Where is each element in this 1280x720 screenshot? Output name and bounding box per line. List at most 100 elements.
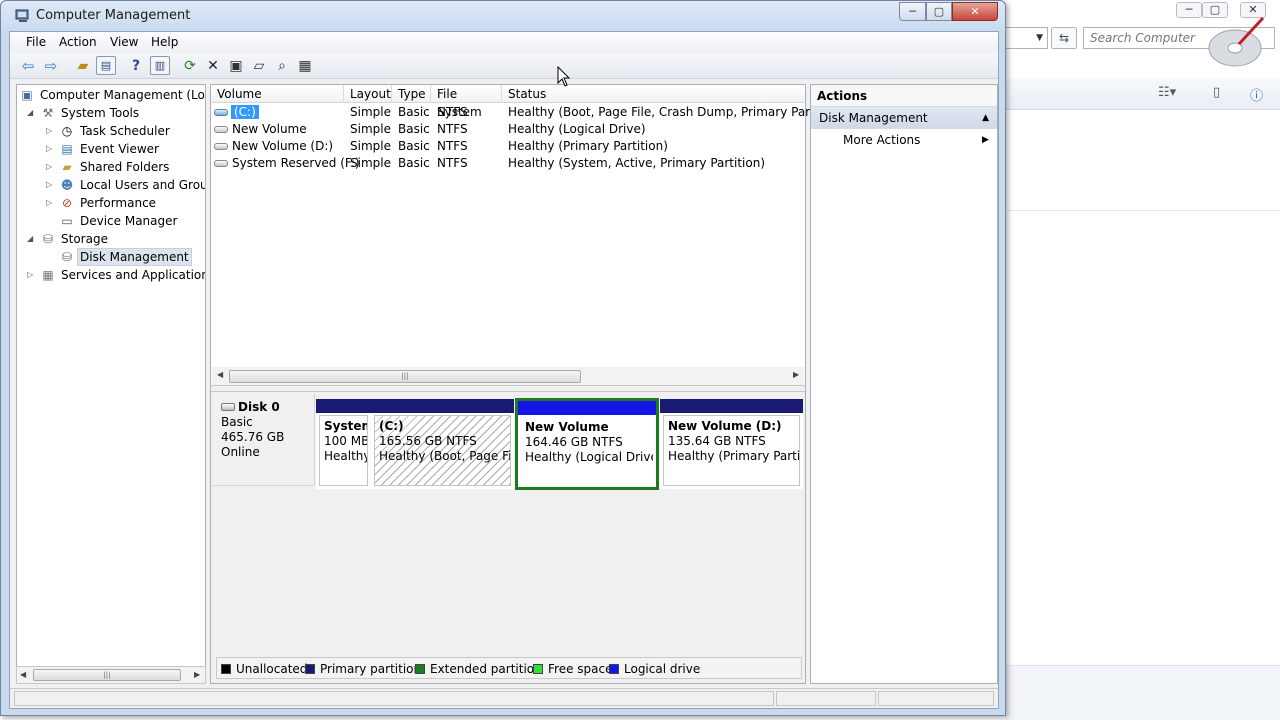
menu-view[interactable]: View	[110, 35, 138, 49]
legend-label: Free space	[548, 662, 613, 676]
volume-name: (C:)	[231, 105, 259, 119]
tree-item-label: Event Viewer	[80, 142, 159, 156]
help-circle-icon[interactable]: ⓘ	[1250, 85, 1263, 104]
table-row[interactable]: (C:) Simple Basic NTFS Healthy (Boot, Pa…	[211, 104, 846, 121]
refresh-arrows-icon[interactable]: ⇆	[1051, 27, 1077, 49]
legend-extended-partition: Extended partition	[415, 662, 542, 676]
partition-d[interactable]: New Volume (D:) 135.64 GB NTFS Healthy (…	[660, 399, 803, 489]
volume-type: Basic	[398, 105, 430, 119]
volume-name: New Volume (D:)	[232, 139, 334, 153]
expand-arrow-icon[interactable]: ▷	[27, 266, 37, 284]
disk-type: Basic	[221, 415, 253, 429]
device-manager-icon: ▭	[61, 214, 73, 228]
partition-name: New Volume (D:)	[668, 419, 782, 433]
column-header-layout[interactable]: Layout	[344, 85, 392, 103]
expand-arrow-icon[interactable]: ▷	[46, 158, 56, 176]
scroll-left-icon[interactable]: ◀	[217, 370, 223, 379]
column-header-file-system[interactable]: File System	[431, 85, 502, 119]
forward-icon[interactable]: ⇨	[41, 56, 61, 76]
properties-icon[interactable]: ▣	[226, 56, 246, 76]
submenu-arrow-icon[interactable]: ▶	[982, 135, 989, 145]
help-icon[interactable]: ?	[126, 56, 146, 76]
disc-icon	[1208, 16, 1265, 67]
services-icon: ▦	[42, 268, 54, 282]
preview-pane-icon[interactable]: ▯	[1213, 85, 1220, 100]
show-hide-tree-icon[interactable]: ▤	[96, 56, 116, 75]
partition-color-band	[518, 401, 656, 415]
partition-new-volume[interactable]: New Volume 164.46 GB NTFS Healthy (Logic…	[515, 398, 659, 490]
volume-file-system: NTFS	[437, 105, 468, 119]
search-icon[interactable]: ⌕	[272, 56, 292, 76]
actions-group-disk-management[interactable]: Disk Management ▲	[811, 107, 997, 129]
console-tree: ▣ Computer Management (Local ◢ ⚒ System …	[16, 84, 206, 684]
legend-label: Logical drive	[624, 662, 701, 676]
pane-splitter[interactable]	[211, 385, 805, 392]
title-bar[interactable]: Computer Management ─ ▢ ✕	[1, 1, 1005, 31]
open-icon[interactable]: ▱	[249, 56, 269, 76]
table-row[interactable]: System Reserved (F:) Simple Basic NTFS H…	[211, 155, 805, 172]
maximize-button[interactable]: ▢	[926, 2, 952, 21]
menu-file[interactable]: File	[26, 35, 46, 49]
partition-system[interactable]: System 100 MB Healthy	[316, 399, 371, 489]
back-icon[interactable]: ⇦	[18, 56, 38, 76]
bg-minimize-button[interactable]: ─	[1176, 2, 1202, 18]
rescan-icon[interactable]: ▦	[295, 56, 315, 76]
scroll-thumb[interactable]: |||	[229, 370, 581, 383]
volume-list-header: Volume Layout Type File System Status	[211, 85, 805, 119]
volume-name: System Reserved (F:)	[232, 156, 360, 170]
disk-management-pane: Volume Layout Type File System Status (C…	[210, 84, 846, 684]
volume-file-system: NTFS	[437, 156, 468, 170]
scroll-thumb[interactable]: |||	[33, 669, 181, 681]
expand-arrow-icon[interactable]: ▷	[46, 122, 56, 140]
delete-icon[interactable]: ✕	[203, 56, 223, 76]
expand-arrow-icon[interactable]: ▷	[46, 140, 56, 158]
column-header-type[interactable]: Type	[392, 85, 431, 103]
volume-list-horizontal-scrollbar[interactable]: ◀ ||| ▶	[212, 367, 804, 385]
minimize-button[interactable]: ─	[899, 2, 926, 21]
volume-layout: Simple	[350, 122, 391, 136]
expand-arrow-icon[interactable]: ▷	[46, 176, 56, 194]
partition-name: System	[324, 419, 367, 433]
partition-status: Healthy	[324, 449, 368, 463]
up-folder-icon[interactable]: ▰	[73, 56, 93, 76]
tree-horizontal-scrollbar[interactable]: ◀ ||| ▶	[16, 666, 206, 684]
column-header-volume[interactable]: Volume	[211, 85, 344, 103]
collapse-up-icon[interactable]: ▲	[982, 107, 989, 129]
expand-arrow-icon[interactable]: ▷	[46, 194, 56, 212]
table-row[interactable]: New Volume Simple Basic NTFS Healthy (Lo…	[211, 121, 805, 138]
scroll-right-icon[interactable]: ▶	[194, 670, 200, 679]
close-button[interactable]: ✕	[952, 2, 998, 21]
scroll-left-icon[interactable]: ◀	[20, 670, 26, 679]
partition-size: 164.46 GB NTFS	[525, 435, 623, 449]
actions-pane: Actions Disk Management ▲ More Actions ▶	[810, 84, 998, 684]
column-header-status[interactable]: Status	[502, 85, 805, 103]
more-actions-item[interactable]: More Actions	[843, 133, 920, 147]
window-title: Computer Management	[36, 8, 191, 23]
status-bar	[10, 688, 998, 708]
legend-label: Unallocated	[236, 662, 308, 676]
scroll-right-icon[interactable]: ▶	[793, 370, 799, 379]
table-row[interactable]: New Volume (D:) Simple Basic NTFS Health…	[211, 138, 805, 155]
volume-status: Healthy (Boot, Page File, Crash Dump, Pr…	[508, 105, 846, 119]
window-client-area: File Action View Help ⇦ ⇨ ▰ ▤ ? ▥ ⟳ ✕ ▣ …	[9, 31, 999, 709]
disk-info-box[interactable]: Disk 0 Basic 465.76 GB Online	[212, 394, 315, 486]
partition-body: (C:) 165.56 GB NTFS Healthy (Boot, Page …	[374, 415, 511, 486]
legend-swatch	[305, 664, 315, 674]
collapse-arrow-icon[interactable]: ◢	[27, 104, 37, 122]
show-hide-action-icon[interactable]: ▥	[150, 56, 170, 75]
view-options-icon[interactable]: ☷▾	[1158, 85, 1176, 100]
partition-c[interactable]: (C:) 165.56 GB NTFS Healthy (Boot, Page …	[371, 399, 514, 489]
menu-bar: File Action View Help	[10, 32, 998, 53]
menu-help[interactable]: Help	[151, 35, 178, 49]
volume-layout: Simple	[350, 139, 391, 153]
legend-primary-partition: Primary partition	[305, 662, 421, 676]
partition-body: New Volume (D:) 135.64 GB NTFS Healthy (…	[663, 415, 800, 486]
menu-action[interactable]: Action	[59, 35, 97, 49]
legend-label: Primary partition	[320, 662, 422, 676]
refresh-icon[interactable]: ⟳	[180, 56, 200, 76]
disk-name-row: Disk 0	[221, 400, 314, 415]
collapse-arrow-icon[interactable]: ◢	[27, 230, 37, 248]
disk-graphical-view: Disk 0 Basic 465.76 GB Online System 100…	[211, 392, 805, 683]
bg-address-dropdown[interactable]: ▼	[1005, 27, 1048, 49]
partition-status: Healthy (Boot, Page File,	[379, 449, 511, 463]
